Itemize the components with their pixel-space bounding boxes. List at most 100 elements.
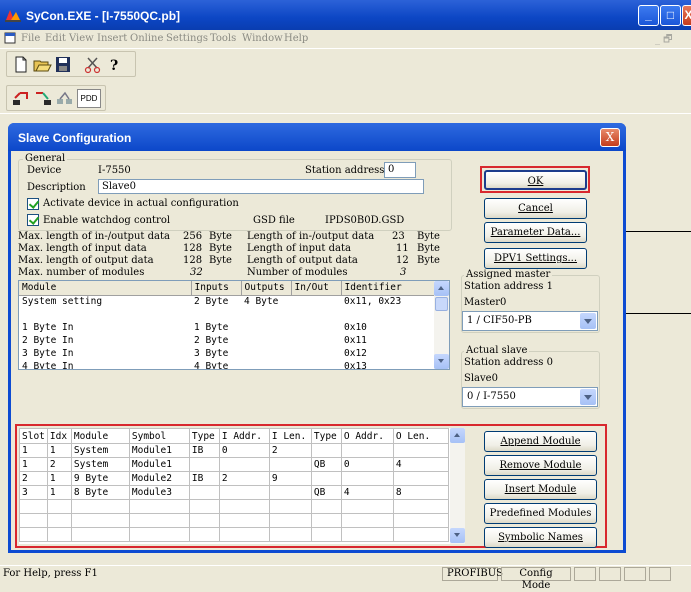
toolbar-separator-2 (0, 113, 691, 114)
menu-settings[interactable]: Settings (166, 33, 208, 44)
cell (340, 443, 394, 458)
scroll-up-icon[interactable] (434, 281, 449, 296)
network-icon[interactable] (55, 89, 75, 108)
dialog-title-bar[interactable]: Slave Configuration X (8, 123, 626, 151)
chevron-down-icon[interactable] (580, 389, 596, 405)
predefined-modules-button[interactable]: Predefined Modules (484, 503, 597, 524)
status-cell-empty (574, 567, 596, 581)
status-mode: Config Mode (501, 567, 571, 591)
stat-unit: Byte (417, 255, 440, 266)
window-title: SyCon.EXE - [I-7550QC.pb] (26, 9, 181, 23)
slot-table[interactable]: Slot Idx Module Symbol Type I Addr. I Le… (19, 428, 465, 544)
table-row[interactable]: 1 1 System Module1 IB 0 2 (19, 443, 450, 458)
description-field[interactable]: Slave0 (98, 179, 424, 194)
table-row[interactable] (19, 527, 450, 542)
column-header[interactable]: Module (19, 281, 192, 296)
master-select[interactable]: 1 / CIF50-PB (462, 311, 598, 331)
column-header[interactable]: I Len. (268, 428, 312, 444)
pdd-button[interactable]: PDD (77, 89, 101, 108)
column-header[interactable]: In/Out (291, 281, 342, 296)
list-item[interactable] (19, 308, 436, 321)
watchdog-checkbox[interactable] (27, 214, 39, 226)
status-bar: For Help, press F1 PROFIBUS Config Mode (0, 565, 691, 591)
symbolic-names-button[interactable]: Symbolic Names (484, 527, 597, 548)
menu-window[interactable]: Window (242, 33, 283, 44)
cell: 4 (340, 485, 394, 500)
menu-online[interactable]: Online (130, 33, 163, 44)
cell (188, 499, 220, 514)
cell: 3 (19, 485, 48, 500)
open-icon[interactable] (32, 55, 52, 74)
save-icon[interactable] (53, 55, 73, 74)
cell: 2 (46, 457, 72, 472)
scroll-down-icon[interactable] (450, 528, 465, 543)
insert-module-button[interactable]: Insert Module (484, 479, 597, 500)
slot-table-scrollbar[interactable] (450, 428, 465, 544)
stat-label: Length of in-/output data (247, 231, 375, 242)
module-list-scrollbar[interactable] (434, 281, 449, 369)
table-row[interactable]: 219 Byte Module2 IB 2 9 (19, 471, 450, 486)
scroll-up-icon[interactable] (450, 428, 465, 443)
table-row[interactable]: 318 Byte Module3 QB 4 8 (19, 485, 450, 500)
menu-tools[interactable]: Tools (210, 33, 236, 44)
remove-module-button[interactable]: Remove Module (484, 455, 597, 476)
column-header[interactable]: Module (70, 428, 130, 444)
column-header[interactable]: Slot (19, 428, 48, 444)
dialog-close-button[interactable]: X (600, 128, 620, 147)
cut-icon[interactable] (83, 55, 103, 74)
mdi-controls[interactable]: _ 🗗 (655, 32, 673, 49)
column-header[interactable]: Type (188, 428, 220, 444)
gsd-file-label: GSD file (253, 215, 295, 226)
upload-icon[interactable] (11, 89, 31, 108)
list-item[interactable]: System setting 2 Byte 4 Byte 0x11, 0x23 (19, 295, 436, 308)
stat-value: 32 (190, 267, 203, 278)
menu-help[interactable]: Help (284, 33, 308, 44)
download-icon[interactable] (33, 89, 53, 108)
list-item[interactable]: 4 Byte In 4 Byte 0x13 (19, 360, 436, 369)
column-header[interactable]: Outputs (241, 281, 292, 296)
window-close-button[interactable]: X (682, 5, 691, 26)
column-header[interactable]: Idx (46, 428, 72, 444)
table-row[interactable] (19, 499, 450, 514)
station-address-field[interactable]: 0 (384, 162, 416, 178)
cancel-label: Cancel (518, 203, 553, 214)
dpv1-settings-button[interactable]: DPV1 Settings... (484, 248, 587, 269)
cell (291, 347, 341, 360)
menu-edit[interactable]: Edit (45, 33, 66, 44)
ok-button[interactable]: OK (484, 170, 587, 190)
stat-unit: Byte (209, 255, 232, 266)
minimize-button[interactable]: _ (638, 5, 659, 26)
general-group-label: General (23, 153, 68, 164)
activate-device-checkbox[interactable] (27, 198, 39, 210)
column-header[interactable]: Identifier (341, 281, 436, 296)
column-header[interactable]: Type (310, 428, 342, 444)
menu-view[interactable]: View (69, 33, 94, 44)
column-header[interactable]: Inputs (191, 281, 242, 296)
menu-file[interactable]: File (21, 33, 40, 44)
cancel-button[interactable]: Cancel (484, 198, 587, 219)
column-header[interactable]: I Addr. (218, 428, 270, 444)
cell (70, 499, 130, 514)
column-header[interactable]: O Len. (392, 428, 450, 444)
list-item[interactable]: 1 Byte In 1 Byte 0x10 (19, 321, 436, 334)
cell (291, 308, 341, 321)
scroll-thumb[interactable] (435, 297, 448, 311)
parameter-data-button[interactable]: Parameter Data... (484, 222, 587, 243)
main-title-bar[interactable]: SyCon.EXE - [I-7550QC.pb] _ □ X (0, 0, 691, 30)
maximize-button[interactable]: □ (660, 5, 681, 26)
module-list[interactable]: Module Inputs Outputs In/Out Identifier … (18, 280, 450, 370)
menu-insert[interactable]: Insert (97, 33, 127, 44)
slave-select[interactable]: 0 / I-7550 (462, 387, 598, 407)
chevron-down-icon[interactable] (580, 313, 596, 329)
list-item[interactable]: 3 Byte In 3 Byte 0x12 (19, 347, 436, 360)
status-protocol: PROFIBUS (442, 567, 503, 581)
append-module-button[interactable]: Append Module (484, 431, 597, 452)
help-icon[interactable]: ? (104, 55, 124, 74)
column-header[interactable]: O Addr. (340, 428, 394, 444)
column-header[interactable]: Symbol (128, 428, 190, 444)
table-row[interactable] (19, 513, 450, 528)
new-icon[interactable] (11, 55, 31, 74)
list-item[interactable]: 2 Byte In 2 Byte 0x11 (19, 334, 436, 347)
scroll-down-icon[interactable] (434, 354, 449, 369)
table-row[interactable]: 1 2 System Module1 QB 0 4 (19, 457, 450, 472)
